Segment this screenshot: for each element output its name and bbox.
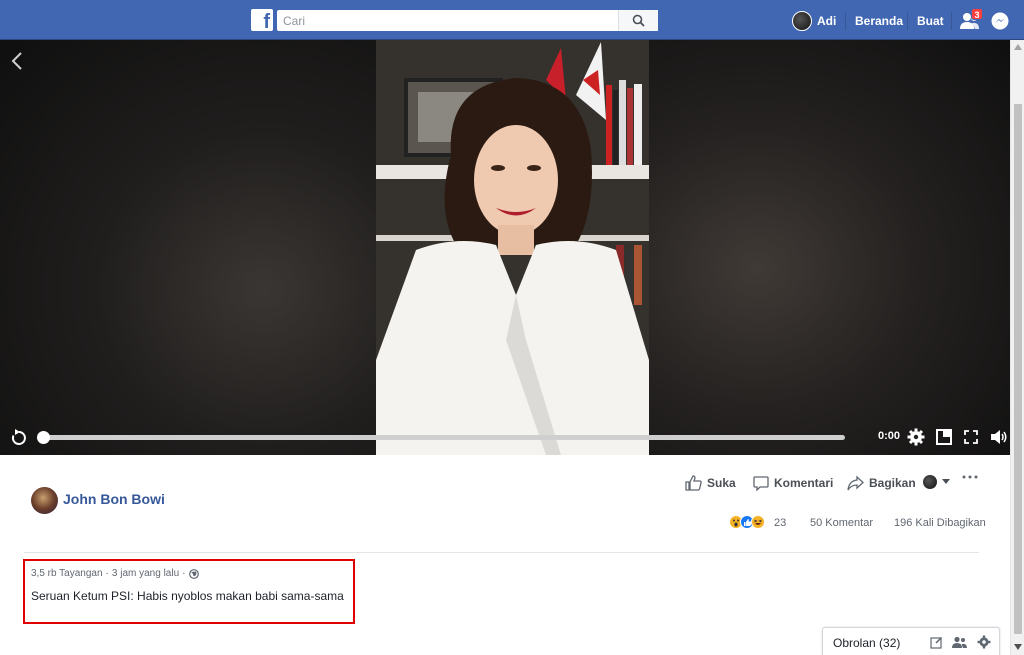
messenger-button[interactable]	[991, 10, 1009, 32]
comment-icon	[753, 476, 769, 491]
fullscreen-icon[interactable]	[964, 430, 978, 444]
post-meta: 3,5 rb Tayangan · 3 jam yang lalu ·	[31, 568, 199, 579]
scroll-up-icon[interactable]	[1014, 44, 1022, 50]
post-caption: Seruan Ketum PSI: Habis nyoblos makan ba…	[31, 589, 344, 603]
back-icon[interactable]	[8, 50, 26, 72]
author-name-link[interactable]: John Bon Bowi	[63, 491, 165, 507]
video-blur-background-right	[649, 40, 1010, 455]
top-navigation-bar: f Adi Beranda Buat 3	[0, 0, 1024, 40]
chevron-down-icon	[942, 479, 950, 484]
profile-name: Adi	[817, 14, 837, 28]
reactions-summary[interactable]	[729, 515, 765, 529]
author-avatar[interactable]	[31, 487, 58, 514]
miniplayer-icon[interactable]	[936, 429, 952, 445]
video-player[interactable]: 0:00	[0, 40, 1010, 455]
share-icon	[847, 475, 864, 491]
video-still-image	[376, 40, 649, 455]
section-divider	[24, 552, 979, 553]
views-count: 3,5 rb Tayangan	[31, 568, 103, 579]
chat-sidebar-tab[interactable]: Obrolan (32)	[822, 627, 1000, 655]
shares-count-link[interactable]: 196 Kali Dibagikan	[894, 517, 986, 529]
globe-icon	[188, 568, 199, 579]
home-link[interactable]: Beranda	[855, 14, 903, 28]
video-controls: 0:00	[0, 425, 1010, 455]
comment-button[interactable]: Komentari	[753, 475, 833, 491]
facebook-logo[interactable]: f	[251, 9, 273, 31]
volume-icon[interactable]	[990, 429, 1008, 445]
compose-icon[interactable]	[930, 636, 943, 649]
haha-reaction-icon	[751, 515, 765, 529]
settings-icon[interactable]	[907, 428, 925, 446]
search-box	[277, 10, 658, 31]
video-progress-bar[interactable]	[42, 435, 845, 440]
scrollbar-thumb[interactable]	[1014, 104, 1022, 634]
page-scrollbar[interactable]	[1010, 40, 1024, 655]
nav-divider	[907, 12, 908, 30]
video-time: 0:00	[878, 430, 901, 442]
timestamp-link[interactable]: 3 jam yang lalu	[112, 568, 179, 579]
post-as-selector[interactable]	[923, 475, 950, 489]
nav-divider	[845, 12, 846, 30]
avatar	[792, 11, 812, 31]
share-button[interactable]: Bagikan	[847, 475, 916, 491]
like-icon	[685, 475, 702, 491]
notification-badge: 3	[971, 8, 983, 20]
comments-count-link[interactable]: 50 Komentar	[810, 517, 873, 529]
search-button[interactable]	[618, 10, 658, 31]
more-options-button[interactable]	[962, 475, 978, 479]
create-link[interactable]: Buat	[917, 14, 944, 28]
scroll-down-icon[interactable]	[1014, 644, 1022, 650]
meta-separator: ·	[105, 568, 109, 579]
more-icon	[962, 475, 978, 479]
gear-icon[interactable]	[977, 635, 991, 649]
comment-label: Komentari	[774, 476, 834, 490]
nav-divider	[951, 12, 952, 30]
replay-icon[interactable]	[11, 429, 27, 446]
chat-label: Obrolan (32)	[833, 636, 901, 650]
profile-link[interactable]: Adi	[792, 10, 836, 32]
avatar	[923, 475, 937, 489]
reactions-count[interactable]: 23	[774, 517, 786, 529]
like-button[interactable]: Suka	[685, 475, 736, 491]
messenger-icon	[991, 12, 1009, 30]
share-label: Bagikan	[869, 476, 916, 490]
meta-separator: ·	[182, 568, 186, 579]
group-icon[interactable]	[952, 636, 967, 649]
search-input[interactable]	[283, 12, 613, 29]
video-blur-background-left	[0, 40, 376, 455]
like-label: Suka	[707, 476, 736, 490]
progress-scrubber-handle[interactable]	[37, 431, 50, 444]
video-frame	[376, 40, 649, 455]
search-icon	[632, 14, 645, 27]
